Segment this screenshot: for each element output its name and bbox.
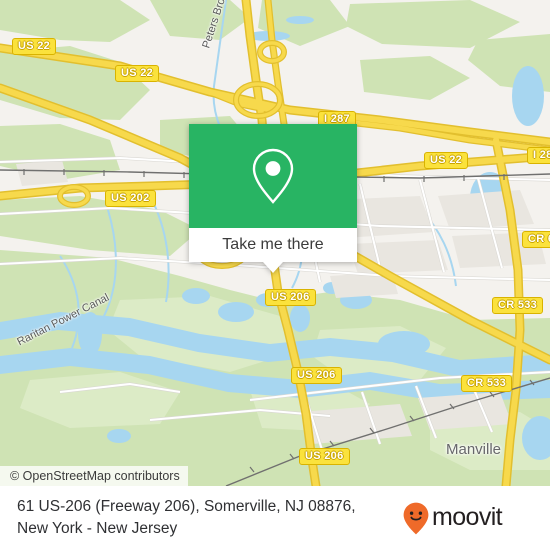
- road-shield-cr63: CR 63: [522, 231, 550, 248]
- moovit-wordmark: moovit: [432, 505, 503, 531]
- address-line-2: New York - New Jersey: [17, 520, 178, 537]
- osm-attribution-text: © OpenStreetMap contributors: [10, 469, 180, 483]
- moovit-logo[interactable]: moovit: [403, 502, 536, 535]
- road-shield-us206-1: US 206: [265, 289, 316, 306]
- callout-image-panel: [189, 124, 357, 228]
- address-block: 61 US-206 (Freeway 206), Somerville, NJ …: [17, 496, 356, 540]
- moovit-pin-icon: [403, 502, 429, 534]
- take-me-there-label: Take me there: [222, 236, 324, 253]
- road-shield-us202: US 202: [105, 190, 156, 207]
- map-callout[interactable]: Take me there: [189, 124, 357, 273]
- road-shield-cr533-2: CR 533: [461, 375, 513, 392]
- osm-attribution[interactable]: © OpenStreetMap contributors: [0, 466, 188, 486]
- road-shield-i287-2: I 287: [527, 147, 550, 164]
- road-shield-cr533-1: CR 533: [492, 297, 544, 314]
- footer-bar: 61 US-206 (Freeway 206), Somerville, NJ …: [0, 486, 550, 550]
- place-label-manville: Manville: [446, 441, 502, 458]
- road-shield-us22-2: US 22: [115, 65, 160, 82]
- callout-pointer-tail: [263, 262, 283, 273]
- road-shield-us22-1: US 22: [12, 38, 57, 55]
- callout-action-bar[interactable]: Take me there: [189, 228, 357, 262]
- map-pin-icon: [252, 148, 294, 204]
- road-shield-us22-3: US 22: [424, 152, 469, 169]
- moovit-map-screenshot: US 22 US 22 I 287 US 22 I 287 US 202 CR …: [0, 0, 550, 550]
- road-shield-us206-2: US 206: [291, 367, 342, 384]
- road-shield-us206-3: US 206: [299, 448, 350, 465]
- address-line-1: 61 US-206 (Freeway 206), Somerville, NJ …: [17, 498, 356, 515]
- moovit-wordmark-text: moovit: [432, 505, 503, 531]
- map-viewport[interactable]: US 22 US 22 I 287 US 22 I 287 US 202 CR …: [0, 0, 550, 486]
